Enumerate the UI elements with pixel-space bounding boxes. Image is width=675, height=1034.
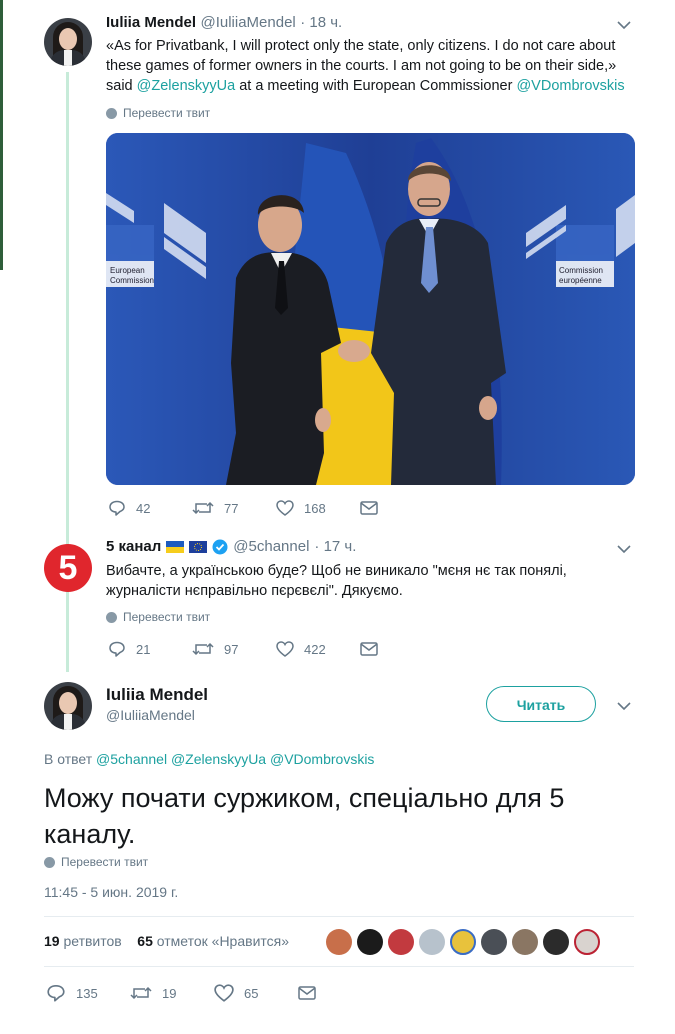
- tweet-text: Можу почати суржиком, спеціально для 5 к…: [44, 783, 565, 849]
- globe-icon: [44, 856, 55, 868]
- retweet-button[interactable]: 77: [192, 500, 276, 516]
- author-name[interactable]: Iuliia Mendel: [106, 685, 208, 705]
- envelope-icon: [360, 501, 378, 515]
- retweet-button[interactable]: 19: [130, 985, 214, 1001]
- liker-avatar[interactable]: [450, 929, 476, 955]
- liker-avatar[interactable]: [357, 929, 383, 955]
- tweet-time[interactable]: · 18 ч.: [300, 14, 342, 31]
- meeting-photo-image: European Commission Commission européenn…: [106, 133, 635, 485]
- tweet-header: Iuliia Mendel @IuliiaMendel · 18 ч.: [106, 14, 342, 32]
- author-block: Iuliia Mendel @IuliiaMendel: [106, 685, 208, 723]
- author-name[interactable]: Iuliia Mendel: [106, 14, 196, 31]
- envelope-icon: [298, 986, 316, 1000]
- liker-avatar[interactable]: [419, 929, 445, 955]
- heart-icon: [276, 500, 294, 516]
- ukraine-flag-icon: [166, 540, 185, 553]
- tweet-actions: 21 97 422: [108, 641, 444, 657]
- liker-avatar[interactable]: [512, 929, 538, 955]
- reply-icon: [109, 500, 125, 516]
- heart-icon: [276, 641, 294, 657]
- retweet-icon: [192, 501, 214, 515]
- like-count: 168: [304, 500, 326, 516]
- liker-avatars: [326, 929, 600, 955]
- mention-link[interactable]: @ZelenskyyUa: [137, 78, 236, 94]
- reply-mentions[interactable]: @5channel @ZelenskyyUa @VDombrovskis: [96, 751, 374, 767]
- retweet-icon: [130, 986, 152, 1000]
- chevron-down-icon[interactable]: [617, 20, 631, 30]
- author-handle[interactable]: @IuliiaMendel: [106, 707, 208, 723]
- photo-sign-right: Commission: [559, 266, 603, 275]
- reply-button[interactable]: 42: [108, 500, 192, 516]
- like-count: 65: [244, 985, 259, 1001]
- reply-icon: [109, 641, 125, 657]
- retweet-count: 97: [224, 641, 239, 657]
- avatar[interactable]: [44, 682, 92, 730]
- direct-message-button[interactable]: [298, 986, 382, 1000]
- tweet-actions: 135 19 65: [46, 984, 382, 1002]
- author-handle[interactable]: @IuliiaMendel: [200, 14, 295, 31]
- divider: [44, 916, 634, 917]
- author-name[interactable]: 5 канал: [106, 538, 161, 555]
- liker-avatar[interactable]: [388, 929, 414, 955]
- verified-badge-icon: [212, 539, 228, 554]
- retweet-count: 77: [224, 500, 239, 516]
- tweet-actions: 42 77 168: [108, 500, 444, 516]
- channel5-avatar[interactable]: 5: [44, 544, 92, 592]
- tweet-text: Вибачте, а українською буде? Щоб не вини…: [106, 563, 567, 599]
- liker-avatar[interactable]: [574, 929, 600, 955]
- like-stat[interactable]: 65 отметок «Нравится»: [137, 933, 289, 949]
- reply-count: 42: [136, 500, 151, 516]
- reply-button[interactable]: 21: [108, 641, 192, 657]
- svg-text:européenne: européenne: [559, 276, 602, 285]
- liker-avatar[interactable]: [326, 929, 352, 955]
- engagement-stats: 19 ретвитов 65 отметок «Нравится»: [44, 933, 289, 949]
- heart-icon: [214, 984, 234, 1002]
- chevron-down-icon[interactable]: [617, 544, 631, 554]
- like-count: 422: [304, 641, 326, 657]
- retweet-stat[interactable]: 19 ретвитов: [44, 933, 122, 949]
- photo-sign-left: European: [110, 266, 145, 275]
- like-button[interactable]: 422: [276, 641, 360, 657]
- envelope-icon: [360, 642, 378, 656]
- author-handle[interactable]: @5channel: [233, 538, 309, 555]
- reply-count: 135: [76, 985, 98, 1001]
- retweet-icon: [192, 642, 214, 656]
- reply-count: 21: [136, 641, 151, 657]
- svg-text:Commission: Commission: [110, 276, 154, 285]
- liker-avatar[interactable]: [543, 929, 569, 955]
- reply-button[interactable]: 135: [46, 984, 130, 1002]
- reply-context: В ответ @5channel @ZelenskyyUa @VDombrov…: [44, 751, 375, 767]
- tweet-thread: Iuliia Mendel @IuliiaMendel · 18 ч. «As …: [0, 0, 675, 1034]
- translate-link[interactable]: Перевести твит: [106, 610, 210, 624]
- direct-message-button[interactable]: [360, 642, 444, 656]
- retweet-count: 19: [162, 985, 177, 1001]
- reply-icon: [47, 984, 65, 1002]
- like-button[interactable]: 65: [214, 984, 298, 1002]
- globe-icon: [106, 611, 117, 623]
- tweet-text: «As for Privatbank, I will protect only …: [106, 38, 625, 94]
- divider: [44, 966, 634, 967]
- window-edge: [0, 0, 3, 270]
- tweet-timestamp[interactable]: 11:45 - 5 июн. 2019 г.: [44, 884, 178, 900]
- tweet-time[interactable]: · 17 ч.: [314, 538, 356, 555]
- tweet-header: 5 канал @5channel · 17 ч.: [106, 538, 356, 555]
- eu-flag-icon: [189, 540, 208, 553]
- like-button[interactable]: 168: [276, 500, 360, 516]
- translate-link[interactable]: Перевести твит: [106, 106, 210, 120]
- tweet-photo[interactable]: European Commission Commission européenn…: [106, 133, 635, 485]
- chevron-down-icon[interactable]: [617, 701, 631, 711]
- translate-link[interactable]: Перевести твит: [44, 855, 148, 869]
- direct-message-button[interactable]: [360, 501, 444, 515]
- liker-avatar[interactable]: [481, 929, 507, 955]
- follow-button[interactable]: Читать: [486, 686, 596, 722]
- retweet-button[interactable]: 97: [192, 641, 276, 657]
- mention-link[interactable]: @VDombrovskis: [516, 78, 624, 94]
- globe-icon: [106, 107, 117, 119]
- avatar[interactable]: [44, 18, 92, 66]
